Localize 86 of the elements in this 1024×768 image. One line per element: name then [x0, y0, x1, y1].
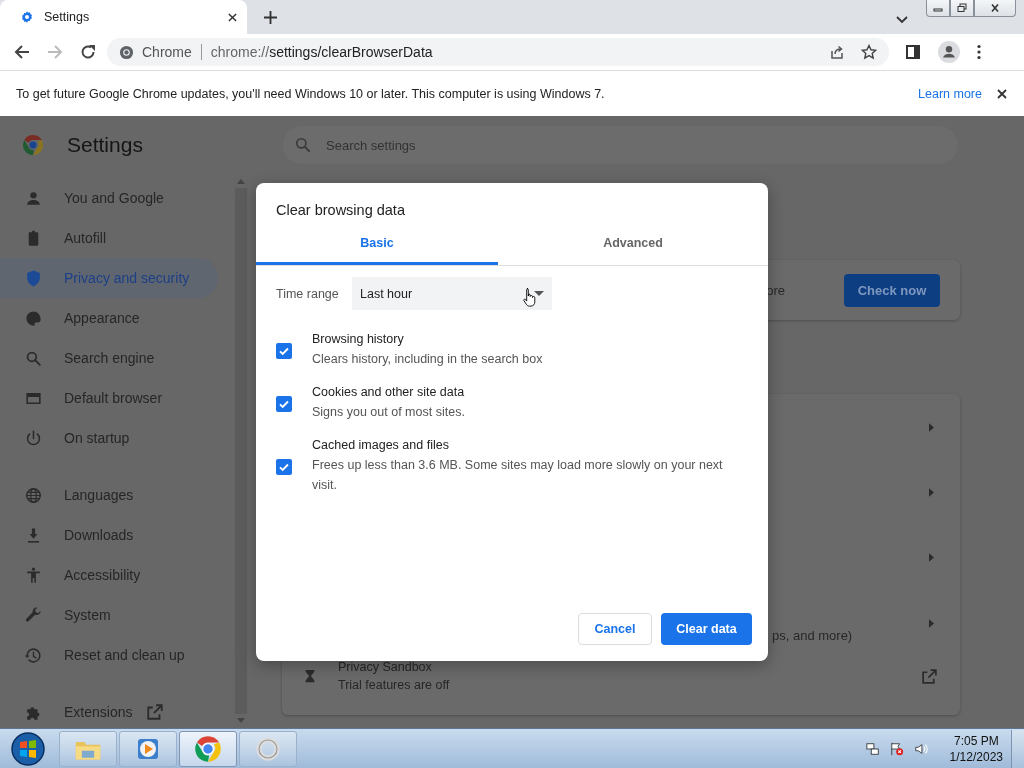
update-message: To get future Google Chrome updates, you'll need Windows 10 or later. This computer is using Windows 7. [16, 86, 605, 101]
show-desktop-button[interactable] [1011, 729, 1024, 768]
speaker-icon[interactable] [913, 741, 928, 756]
palette-icon [24, 308, 43, 328]
close-icon[interactable] [228, 12, 237, 22]
checkbox[interactable] [276, 342, 292, 359]
accessibility-icon [24, 565, 43, 585]
gear-icon [20, 10, 34, 24]
clock-date[interactable]: 1/12/2023 [949, 748, 1003, 765]
cancel-button[interactable]: Cancel [578, 613, 652, 645]
external-link-icon [146, 703, 165, 721]
external-link-icon[interactable] [921, 667, 938, 685]
sidebar-item[interactable]: Accessibility [0, 555, 218, 595]
back-icon[interactable] [14, 44, 30, 60]
sidebar-item[interactable]: System [0, 595, 218, 635]
plus-icon[interactable] [264, 11, 277, 24]
flag-error-icon[interactable] [889, 741, 904, 756]
sidebar-item[interactable]: Privacy and security [0, 258, 218, 298]
sidebar-item[interactable]: On startup [0, 418, 218, 458]
sidebar-item[interactable]: Autofill [0, 218, 218, 258]
restore-icon [956, 3, 968, 13]
clock-time[interactable]: 7:05 PM [953, 732, 999, 749]
taskbar-app[interactable] [119, 730, 177, 767]
history-icon [24, 645, 43, 665]
site-label: Chrome [142, 44, 192, 60]
time-range-dropdown[interactable]: Last hour [352, 277, 552, 310]
field-label: Time range [276, 286, 340, 301]
chrome-logo-icon [194, 734, 222, 763]
search-field[interactable]: Search settings [283, 126, 958, 164]
shield-icon [24, 268, 43, 288]
side-panel-icon[interactable] [905, 44, 921, 60]
sidebar-item[interactable]: Downloads [0, 515, 218, 555]
check-now-button[interactable]: Check now [844, 273, 940, 307]
tab[interactable]: Basic [256, 227, 498, 265]
arrow-right-icon[interactable] [929, 423, 934, 432]
chrome-logo-icon [22, 134, 44, 156]
sidebar-item[interactable]: Default browser [0, 378, 218, 418]
caret-icon [534, 291, 544, 296]
search-icon [293, 135, 313, 155]
option-title: Browsing history [312, 332, 405, 346]
sidebar-item[interactable]: Reset and clean up [0, 635, 218, 675]
hand-cursor-icon [523, 287, 537, 307]
star-icon[interactable] [861, 44, 877, 60]
dialog-title: Clear browsing data [276, 202, 406, 218]
sidebar-item[interactable]: Search engine [0, 338, 218, 378]
sidebar-item[interactable]: Languages [0, 475, 218, 515]
sidebar-item[interactable]: Appearance [0, 298, 218, 338]
row-text: ps, and more) [772, 628, 853, 643]
wrench-icon [24, 605, 43, 625]
option-description: Clears history, including in the search box [312, 351, 544, 368]
row-subtitle: Trial features are off [338, 678, 451, 692]
close-icon [989, 3, 1001, 13]
option-title: Cookies and other site data [312, 385, 466, 399]
address-bar[interactable]: Chrome chrome://settings/clearBrowserData [107, 38, 889, 66]
row-title: Privacy Sandbox [338, 660, 433, 674]
reload-icon[interactable] [80, 44, 96, 60]
window-close-button[interactable] [974, 0, 1016, 17]
close-icon[interactable] [997, 88, 1007, 99]
url-text: chrome://settings/clearBrowserData [210, 44, 433, 60]
share-icon[interactable] [829, 44, 845, 60]
restore-button[interactable] [950, 0, 974, 17]
hourglass-icon [303, 669, 317, 683]
menu-icon[interactable] [977, 44, 981, 60]
page-title: Settings [67, 133, 144, 157]
sidebar-item[interactable]: You and Google [0, 178, 218, 218]
checkbox[interactable] [276, 395, 292, 412]
arrow-right-icon[interactable] [929, 488, 934, 497]
sidebar-item[interactable]: Extensions [0, 692, 218, 732]
learn-more-link[interactable]: Learn more [918, 86, 982, 101]
clear-data-button[interactable]: Clear data [661, 613, 752, 645]
option-description: Frees up less than 3.6 MB. Some sites may load more slowly on your next visit. [312, 457, 724, 494]
arrow-right-icon[interactable] [929, 553, 934, 562]
chrome-logo-icon [119, 44, 134, 60]
power-icon [24, 428, 43, 448]
browser-tab[interactable]: Settings [0, 0, 247, 34]
option-description: Signs you out of most sites. [312, 404, 466, 421]
checkbox[interactable] [276, 458, 292, 475]
globe-icon [24, 485, 43, 505]
network-icon[interactable] [865, 741, 880, 756]
tab[interactable]: Advanced [498, 227, 768, 265]
chevron-down-icon[interactable] [896, 16, 908, 24]
start-orb-icon[interactable] [10, 730, 46, 767]
taskbar-app[interactable] [179, 730, 237, 767]
profile-avatar-icon[interactable] [938, 41, 960, 63]
arrow-right-icon[interactable] [929, 618, 934, 628]
option-title: Cached images and files [312, 438, 450, 452]
